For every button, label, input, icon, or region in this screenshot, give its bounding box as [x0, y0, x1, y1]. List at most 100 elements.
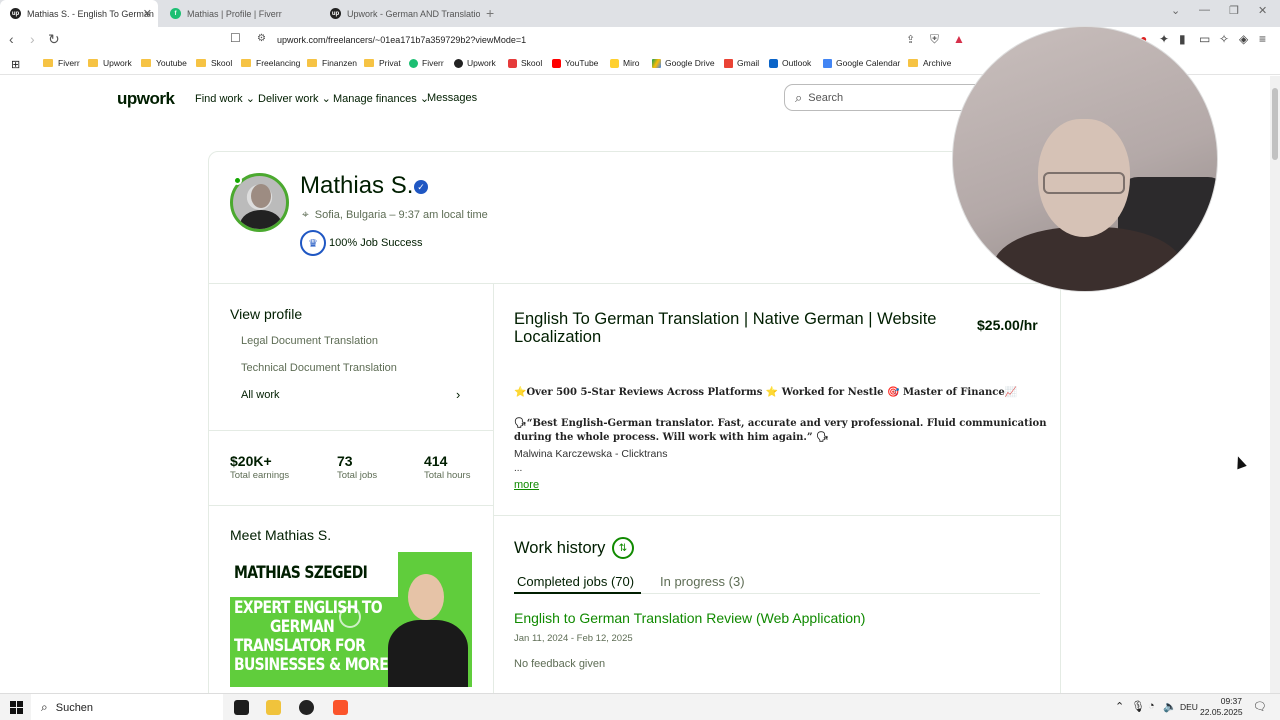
leo-ai-icon[interactable]: ✧	[1219, 32, 1229, 46]
back-icon[interactable]: ‹	[9, 31, 14, 47]
browser-tab-fiverr[interactable]: f Mathias | Profile | Fiverr	[160, 0, 320, 27]
bookmark-skool[interactable]: Skool	[508, 58, 542, 68]
upwork-logo[interactable]: upwork	[117, 89, 175, 109]
job-success-text: 100% Job Success	[329, 237, 423, 249]
more-link[interactable]: more	[514, 479, 539, 491]
close-window-icon[interactable]: ✕	[1258, 4, 1267, 17]
video-text-line: GERMAN	[270, 617, 335, 637]
tray-overflow-icon[interactable]: ⌃	[1115, 700, 1124, 713]
language-indicator[interactable]: DEU	[1180, 702, 1198, 712]
folder-icon	[141, 59, 151, 67]
menu-icon[interactable]: ≡	[1259, 32, 1266, 46]
meet-heading: Meet Mathias S.	[230, 527, 332, 543]
bookmark-folder-finanzen[interactable]: Finanzen	[307, 58, 357, 68]
fiverr-icon: f	[170, 8, 181, 19]
gmail-icon	[724, 58, 733, 68]
bookmark-folder-fiverr[interactable]: Fiverr	[43, 58, 80, 68]
upwork-icon: up	[10, 8, 21, 19]
brave-rewards-icon[interactable]: ▲	[953, 32, 965, 46]
site-info-icon[interactable]: ⚙	[257, 33, 266, 44]
view-profile-heading: View profile	[230, 306, 303, 322]
bookmark-fiverr[interactable]: Fiverr	[409, 58, 444, 68]
nav-messages[interactable]: Messages	[427, 92, 477, 104]
address-bar[interactable]: ⚙ upwork.com/freelancers/~01ea171b7a3597…	[250, 29, 970, 51]
verified-badge-icon: ✓	[414, 180, 428, 194]
chevron-down-icon: ⌄	[321, 93, 331, 105]
tab-completed-jobs[interactable]: Completed jobs (70)	[517, 574, 634, 589]
maximize-icon[interactable]: ❐	[1229, 4, 1239, 17]
intro-video-thumbnail[interactable]: MATHIAS SZEGEDI EXPERT ENGLISH TO GERMAN…	[230, 552, 472, 687]
bookmark-folder-youtube[interactable]: Youtube	[141, 58, 187, 68]
notifications-icon[interactable]: 🗨	[1253, 700, 1267, 713]
scrollbar-thumb[interactable]	[1272, 88, 1278, 160]
forward-icon[interactable]: ›	[30, 31, 35, 47]
brave-browser-icon[interactable]	[333, 700, 348, 715]
notion-app-icon[interactable]	[234, 700, 249, 715]
bookmark-folder-freelancing[interactable]: Freelancing	[241, 58, 300, 68]
stat-jobs-label: Total jobs	[337, 470, 378, 481]
chevron-right-icon[interactable]: ›	[456, 387, 460, 402]
taskbar-clock[interactable]: 09:37 22.05.2025	[1200, 696, 1243, 718]
bookmark-icon[interactable]: ☐	[230, 31, 241, 45]
upwork-icon	[454, 58, 463, 68]
hourly-rate: $25.00/hr	[977, 317, 1038, 333]
specialized-profile-technical[interactable]: Technical Document Translation	[241, 362, 397, 374]
volume-icon[interactable]: 🔈	[1163, 700, 1177, 713]
url-text: upwork.com/freelancers/~01ea171b7a359729…	[277, 35, 527, 45]
nav-manage-finances[interactable]: Manage finances ⌄	[333, 92, 429, 105]
share-icon[interactable]: ⇪	[906, 33, 915, 46]
google-drive-icon	[652, 58, 661, 68]
bookmark-google-drive[interactable]: Google Drive	[652, 58, 715, 68]
file-explorer-icon[interactable]	[266, 700, 281, 715]
all-work-link[interactable]: All work	[241, 389, 280, 401]
bookmark-folder-upwork[interactable]: Upwork	[88, 58, 132, 68]
tab-search-icon[interactable]: ⌄	[1171, 4, 1180, 17]
bookmark-gmail[interactable]: Gmail	[724, 58, 759, 68]
job-dates: Jan 11, 2024 - Feb 12, 2025	[514, 633, 633, 644]
search-icon: ⌕	[41, 700, 48, 714]
work-history-heading: Work history	[514, 539, 606, 557]
wallet-icon[interactable]: ▭	[1199, 32, 1210, 46]
stat-jobs-value: 73	[337, 453, 353, 469]
bookmark-folder-archive[interactable]: Archive	[908, 58, 951, 68]
bookmark-miro[interactable]: Miro	[610, 58, 640, 68]
bookmark-upwork[interactable]: Upwork	[454, 58, 496, 68]
location-pin-icon: ⌖	[302, 207, 309, 221]
bookmark-folder-privat[interactable]: Privat	[364, 58, 401, 68]
brave-shield-icon[interactable]: ⛨	[930, 32, 939, 47]
nav-find-work[interactable]: Find work ⌄	[195, 92, 255, 105]
bookmark-google-calendar[interactable]: Google Calendar	[823, 58, 900, 68]
specialized-profile-legal[interactable]: Legal Document Translation	[241, 335, 378, 347]
bookmark-folder-skool[interactable]: Skool	[196, 58, 232, 68]
extensions-icon[interactable]: ✦	[1159, 32, 1169, 46]
sort-icon[interactable]: ⇅	[612, 537, 634, 559]
close-tab-icon[interactable]: ✕	[143, 7, 152, 20]
tab-in-progress[interactable]: In progress (3)	[660, 574, 745, 589]
taskbar-search[interactable]: ⌕ Suchen	[31, 694, 223, 720]
nav-deliver-work[interactable]: Deliver work ⌄	[258, 92, 331, 105]
upwork-app-icon[interactable]	[299, 700, 314, 715]
play-icon[interactable]	[339, 606, 361, 628]
job-title-link[interactable]: English to German Translation Review (We…	[514, 610, 865, 626]
network-icon[interactable]: ◔	[1148, 700, 1155, 712]
microphone-icon[interactable]: 🎙	[1131, 700, 1145, 713]
browser-tab-upwork-search[interactable]: up Upwork - German AND Translation	[320, 0, 480, 27]
minimize-icon[interactable]: —	[1199, 4, 1210, 16]
sidebar-icon[interactable]: ▮	[1179, 32, 1186, 46]
windows-start-icon[interactable]	[10, 701, 23, 714]
apps-grid-icon[interactable]: ⊞	[11, 58, 20, 71]
reload-icon[interactable]: ↻	[48, 31, 60, 48]
video-text-line: TRANSLATOR FOR	[234, 636, 366, 656]
page-scrollbar[interactable]	[1270, 76, 1280, 693]
browser-tab-profile[interactable]: up Mathias S. - English To German ✕	[0, 0, 158, 27]
folder-icon	[241, 59, 251, 67]
bookmark-outlook[interactable]: Outlook	[769, 58, 811, 68]
tab-title: Mathias | Profile | Fiverr	[187, 8, 282, 19]
video-person-image	[380, 562, 472, 687]
divider	[209, 505, 493, 506]
search-input[interactable]: ⌕ Search	[784, 84, 984, 111]
upwork-icon: up	[330, 8, 341, 19]
bookmark-youtube[interactable]: YouTube	[552, 58, 598, 68]
vpn-icon[interactable]: ◈	[1239, 32, 1248, 46]
new-tab-button[interactable]: +	[486, 5, 494, 21]
